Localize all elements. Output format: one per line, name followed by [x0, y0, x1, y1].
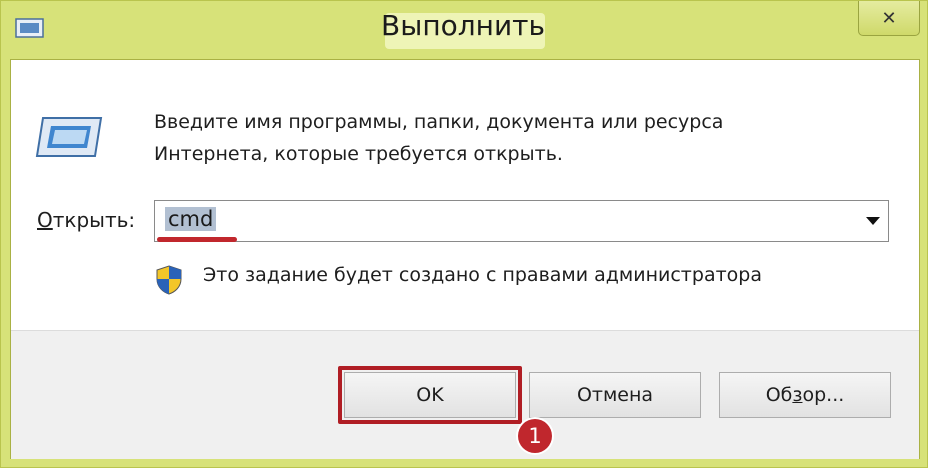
open-label: Открыть:	[37, 208, 135, 232]
step-badge: 1	[518, 419, 552, 453]
run-app-icon	[15, 18, 44, 38]
description-text: Введите имя программы, папки, документа …	[154, 106, 854, 170]
title-bar[interactable]: Выполнить ✕	[1, 1, 928, 59]
browse-label-accelerator: з	[792, 384, 803, 406]
open-label-accelerator: О	[37, 208, 53, 232]
browse-label-pre: Об	[765, 384, 793, 406]
open-input-value[interactable]: cmd	[165, 207, 217, 231]
open-combobox[interactable]: cmd	[154, 200, 889, 242]
cancel-button-label: Отмена	[576, 384, 654, 406]
description-line-2: Интернета, которые требуется открыть.	[154, 143, 563, 165]
cancel-button[interactable]: Отмена	[529, 372, 701, 418]
ok-button-label: OK	[416, 384, 444, 406]
open-label-text: ткрыть:	[52, 208, 136, 232]
admin-note-text: Это задание будет создано с правами адми…	[203, 264, 762, 286]
run-dialog-window: Выполнить ✕ Введите имя программы, папки…	[0, 0, 928, 468]
browse-button[interactable]: Об з ор...	[719, 372, 891, 418]
dropdown-arrow-icon[interactable]	[866, 217, 880, 225]
run-dialog-icon	[35, 117, 103, 157]
dialog-body: Введите имя программы, папки, документа …	[10, 59, 920, 459]
step-badge-number: 1	[528, 424, 542, 448]
highlight-underline	[157, 237, 237, 242]
ok-button[interactable]: OK	[344, 372, 516, 418]
browse-label-post: ор...	[802, 384, 845, 406]
close-icon: ✕	[881, 7, 897, 29]
close-button[interactable]: ✕	[858, 1, 920, 36]
uac-shield-icon	[156, 265, 182, 295]
window-title: Выполнить	[381, 9, 545, 42]
description-line-1: Введите имя программы, папки, документа …	[154, 111, 724, 133]
